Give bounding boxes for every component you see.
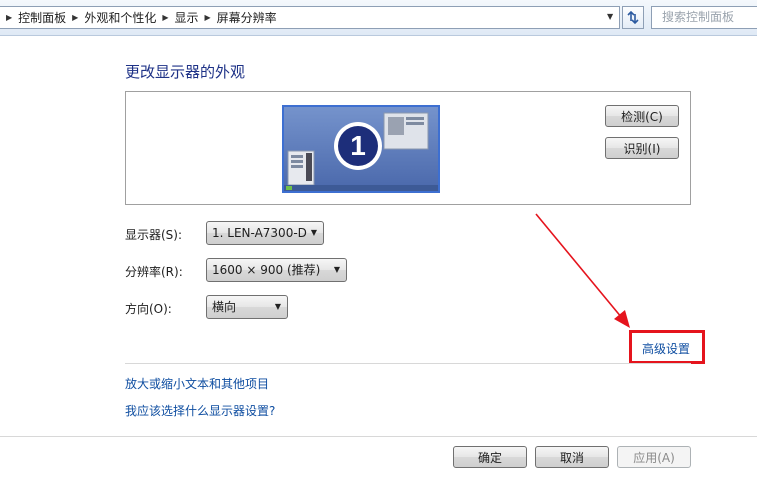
annotation-arrow bbox=[535, 213, 630, 328]
refresh-button[interactable] bbox=[622, 6, 644, 29]
chevron-down-icon[interactable]: ▼ bbox=[607, 12, 617, 22]
text-size-link[interactable]: 放大或缩小文本和其他项目 bbox=[125, 375, 269, 392]
search-input[interactable]: 搜索控制面板 bbox=[651, 6, 757, 29]
annotation-highlight-box bbox=[629, 330, 705, 364]
monitor-icon[interactable]: 1 bbox=[282, 105, 440, 193]
chevron-right-icon[interactable]: ▶ bbox=[72, 13, 78, 22]
resolution-select-value: 1600 × 900 (推荐) bbox=[212, 263, 321, 277]
monitor-number: 1 bbox=[338, 126, 378, 166]
orientation-label: 方向(O): bbox=[125, 302, 172, 316]
chevron-down-icon: ▼ bbox=[310, 228, 317, 237]
divider bbox=[125, 363, 691, 364]
chevron-right-icon[interactable]: ▶ bbox=[6, 13, 12, 22]
breadcrumb-display[interactable]: 显示 bbox=[175, 9, 199, 26]
monitor-number-badge: 1 bbox=[334, 122, 382, 170]
chevron-down-icon: ▼ bbox=[274, 302, 281, 311]
chevron-down-icon: ▼ bbox=[333, 265, 340, 274]
display-label: 显示器(S): bbox=[125, 228, 183, 242]
breadcrumb-resolution[interactable]: 屏幕分辨率 bbox=[217, 9, 277, 26]
ok-button[interactable]: 确定 bbox=[453, 446, 527, 468]
breadcrumb-appearance[interactable]: 外观和个性化 bbox=[84, 9, 156, 26]
breadcrumb-control-panel[interactable]: 控制面板 bbox=[18, 9, 66, 26]
display-help-link[interactable]: 我应该选择什么显示器设置? bbox=[125, 402, 275, 419]
chevron-right-icon[interactable]: ▶ bbox=[205, 13, 211, 22]
display-select-value: 1. LEN-A7300-D bbox=[212, 226, 307, 240]
monitor-preview-area: 1 检测(C) 识别(I) bbox=[125, 91, 691, 205]
apply-button[interactable]: 应用(A) bbox=[617, 446, 691, 468]
detect-button[interactable]: 检测(C) bbox=[605, 105, 679, 127]
orientation-select-value: 横向 bbox=[212, 300, 237, 314]
orientation-select[interactable]: 横向 ▼ bbox=[206, 295, 288, 319]
cancel-button[interactable]: 取消 bbox=[535, 446, 609, 468]
footer-divider bbox=[0, 436, 757, 437]
refresh-icon bbox=[627, 10, 639, 25]
page-title: 更改显示器的外观 bbox=[125, 63, 246, 81]
resolution-select[interactable]: 1600 × 900 (推荐) ▼ bbox=[206, 258, 347, 282]
chevron-right-icon[interactable]: ▶ bbox=[162, 13, 168, 22]
address-bar: ▶ 控制面板 ▶ 外观和个性化 ▶ 显示 ▶ 屏幕分辨率 ▼ 搜索控制面板 bbox=[0, 0, 757, 36]
resolution-label: 分辨率(R): bbox=[125, 265, 183, 279]
display-select[interactable]: 1. LEN-A7300-D ▼ bbox=[206, 221, 324, 245]
breadcrumb[interactable]: ▶ 控制面板 ▶ 外观和个性化 ▶ 显示 ▶ 屏幕分辨率 ▼ bbox=[0, 6, 620, 29]
identify-button[interactable]: 识别(I) bbox=[605, 137, 679, 159]
